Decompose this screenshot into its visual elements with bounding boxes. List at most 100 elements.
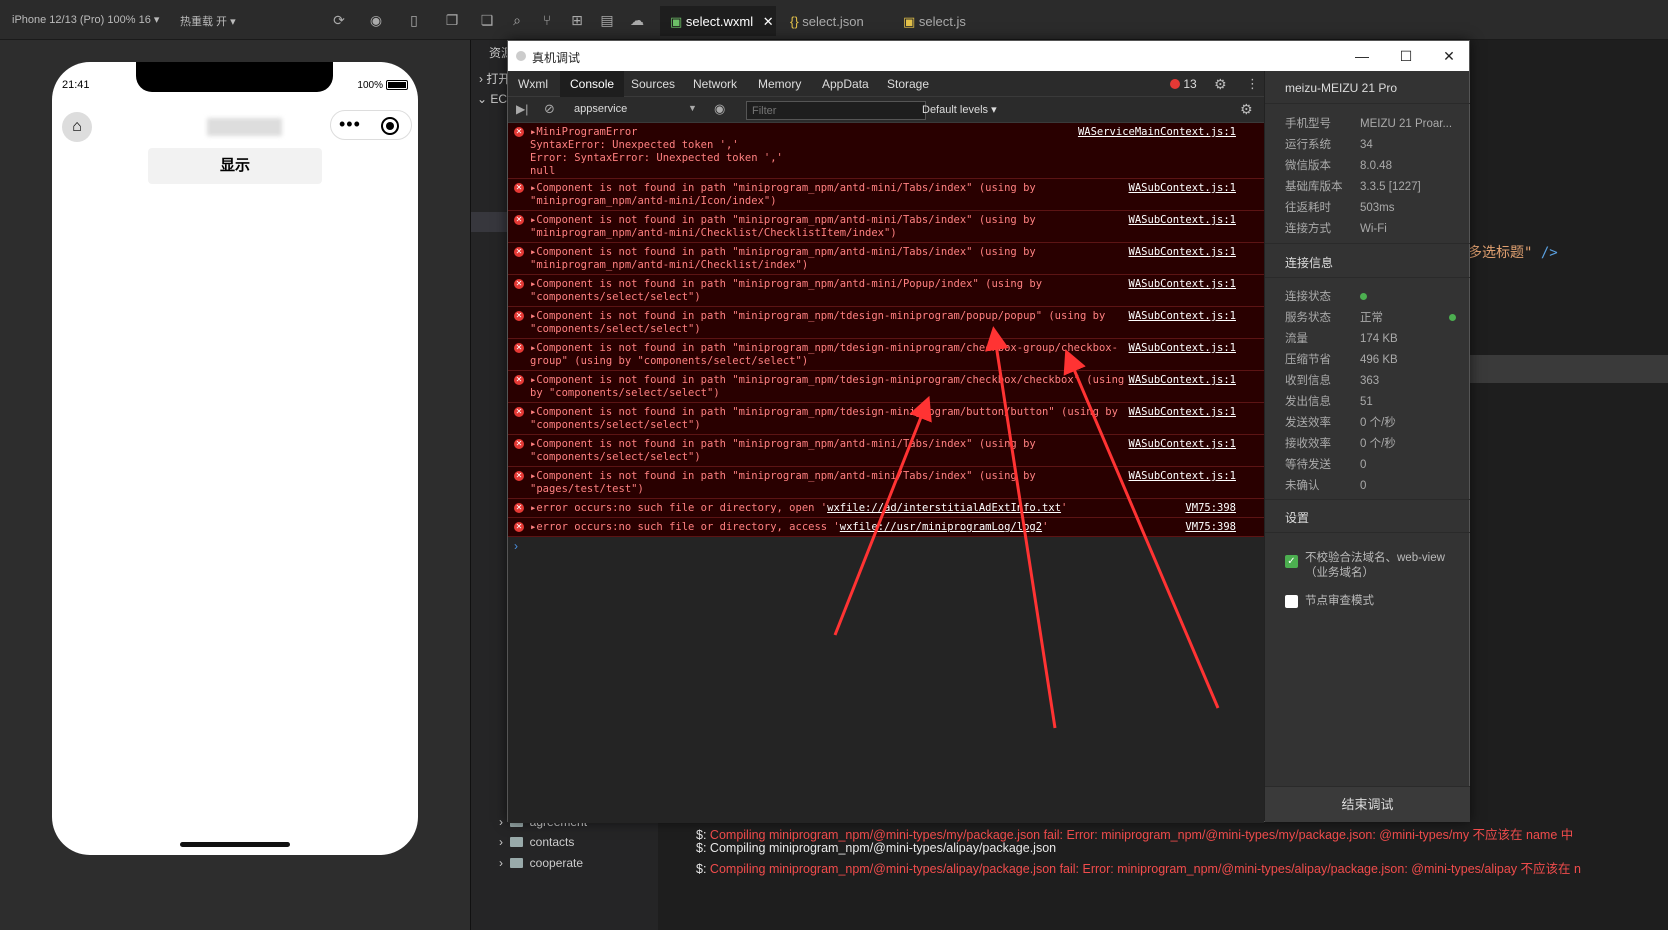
info-value: 正常 xyxy=(1360,312,1383,324)
filter-input[interactable] xyxy=(746,101,926,120)
log-source-link[interactable]: WASubContext.js:1 xyxy=(1129,374,1236,387)
tab-select-json[interactable]: {} select.json xyxy=(780,6,890,36)
log-source-link[interactable]: WASubContext.js:1 xyxy=(1129,214,1236,227)
console-settings-icon[interactable]: ⚙ xyxy=(1240,101,1253,118)
tab-console[interactable]: Console xyxy=(560,71,625,97)
console-prompt[interactable]: › xyxy=(514,539,518,553)
minimize-button[interactable]: — xyxy=(1348,45,1376,67)
close-icon[interactable]: ✕ xyxy=(763,14,774,29)
files-icon[interactable]: ❏ xyxy=(478,11,496,29)
info-key: 压缩节省 xyxy=(1285,354,1331,366)
close-miniprogram-icon[interactable] xyxy=(381,117,399,135)
info-value: 174 KB xyxy=(1360,333,1398,345)
log-source-link[interactable]: WASubContext.js:1 xyxy=(1129,246,1236,259)
file-path-link[interactable]: wxfile://ad/interstitialAdExtInfo.txt xyxy=(827,502,1061,514)
simulator-device-select[interactable]: iPhone 12/13 (Pro) 100% 16 ▾ xyxy=(12,13,159,26)
end-debug-button[interactable]: 结束调试 xyxy=(1265,786,1470,822)
tab-select-wxml[interactable]: ▣ select.wxml ✕ xyxy=(660,6,776,36)
console-error: ✕ ▸Component is not found in path "minipr… xyxy=(508,403,1264,435)
file-path-link[interactable]: wxfile://usr/miniprogramLog/log2 xyxy=(840,521,1042,533)
log-levels-select[interactable]: Default levels ▾ xyxy=(922,103,997,116)
eye-icon[interactable]: ◉ xyxy=(714,101,725,117)
error-counter[interactable]: 13 xyxy=(1170,77,1197,91)
info-row: 连接状态 xyxy=(1285,288,1367,304)
settings-gear-icon[interactable]: ⚙ xyxy=(1214,76,1227,93)
tab-label: select.js xyxy=(918,14,966,29)
folder-cooperate[interactable]: › cooperate xyxy=(499,856,583,870)
tab-network[interactable]: Network xyxy=(683,71,747,97)
refresh-icon[interactable]: ⟳ xyxy=(330,11,348,29)
extensions-icon[interactable]: ⊞ xyxy=(568,11,586,29)
maximize-button[interactable]: ☐ xyxy=(1392,45,1420,67)
debug-window-titlebar: 真机调试 — ☐ ✕ xyxy=(508,41,1469,71)
folder-icon xyxy=(509,837,523,847)
hot-reload-toggle[interactable]: 热重载 开 ▾ xyxy=(180,13,236,29)
phone-icon[interactable]: ▯ xyxy=(405,11,423,29)
sidebar-toggle-icon[interactable]: ▶| xyxy=(516,102,528,116)
window-icon[interactable]: ❐ xyxy=(443,11,461,29)
log-source-link[interactable]: WASubContext.js:1 xyxy=(1129,438,1236,451)
log-source-link[interactable]: WASubContext.js:1 xyxy=(1129,342,1236,355)
log-source-link[interactable]: WASubContext.js:1 xyxy=(1129,406,1236,419)
context-select[interactable]: appservice xyxy=(574,103,627,115)
more-vertical-icon[interactable]: ⋮ xyxy=(1246,76,1259,92)
log-message: ▸error occurs:no such file or directory,… xyxy=(530,502,1238,515)
log-source-link[interactable]: VM75:398 xyxy=(1185,521,1236,534)
log-source-link[interactable]: WAServiceMainContext.js:1 xyxy=(1078,126,1236,139)
branch-icon[interactable]: ⑂ xyxy=(538,11,556,29)
chevron-down-icon[interactable]: ▼ xyxy=(688,103,697,113)
battery-icon xyxy=(386,80,408,91)
terminal-prefix: $: xyxy=(696,828,707,842)
error-x-icon: ✕ xyxy=(514,407,524,417)
clear-console-icon[interactable]: ⊘ xyxy=(544,101,555,117)
device-name: meizu-MEIZU 21 Pro xyxy=(1285,81,1398,95)
node-inspect-checkbox[interactable] xyxy=(1285,595,1298,608)
console-filterbar: ▶| ⊘ appservice ▼ ◉ Default levels ▾ ⚙ xyxy=(508,97,1264,123)
log-source-link[interactable]: WASubContext.js:1 xyxy=(1129,182,1236,195)
wxml-file-icon: ▣ xyxy=(670,14,686,29)
log-text: ' xyxy=(1042,521,1049,533)
app-logo-icon xyxy=(516,51,526,61)
info-row: 手机型号 MEIZU 21 Proar... xyxy=(1285,115,1452,131)
cloud-icon[interactable]: ☁ xyxy=(628,11,646,29)
home-icon[interactable]: ⌂ xyxy=(62,112,92,142)
more-icon[interactable]: ••• xyxy=(339,114,361,135)
tab-appdata[interactable]: AppData xyxy=(812,71,879,97)
info-row: 压缩节省 496 KB xyxy=(1285,351,1398,367)
tab-select-js[interactable]: ▣ select.js xyxy=(893,6,993,36)
log-text: ' xyxy=(1061,502,1068,514)
settings-section-title: 设置 xyxy=(1285,511,1310,525)
error-x-icon: ✕ xyxy=(514,215,524,225)
skip-domain-check-checkbox[interactable]: ✓ xyxy=(1285,555,1298,568)
log-source-link[interactable]: WASubContext.js:1 xyxy=(1129,310,1236,323)
log-source-link[interactable]: WASubContext.js:1 xyxy=(1129,278,1236,291)
info-row: 未确认 0 xyxy=(1285,477,1366,493)
terminal-prefix: $: xyxy=(696,841,707,855)
error-x-icon: ✕ xyxy=(514,522,524,532)
divider xyxy=(1265,532,1470,533)
terminal-text: Compiling miniprogram_npm/@mini-types/al… xyxy=(709,841,1057,855)
show-button[interactable]: 显示 xyxy=(148,148,322,184)
log-source-link[interactable]: VM75:398 xyxy=(1185,502,1236,515)
stop-icon[interactable]: ◉ xyxy=(367,11,385,29)
info-row: 接收效率 0 个/秒 xyxy=(1285,435,1396,451)
info-key: 收到信息 xyxy=(1285,375,1331,387)
console-error: ✕ ▸Component is not found in path "minipr… xyxy=(508,243,1264,275)
info-row: 连接方式 Wi-Fi xyxy=(1285,220,1387,236)
tab-wxml[interactable]: Wxml xyxy=(508,71,558,97)
console-error: ✕ ▸error occurs:no such file or directory… xyxy=(508,499,1264,518)
error-x-icon: ✕ xyxy=(514,375,524,385)
search-icon[interactable]: ⌕ xyxy=(508,11,526,29)
tab-memory[interactable]: Memory xyxy=(748,71,811,97)
open-editors[interactable]: › 打开 xyxy=(479,70,510,87)
status-dot-icon xyxy=(1360,293,1367,300)
folder-contacts[interactable]: › contacts xyxy=(499,835,574,849)
close-window-button[interactable]: ✕ xyxy=(1435,45,1463,67)
status-time: 21:41 xyxy=(62,79,90,91)
capsule-menu[interactable]: ••• xyxy=(330,110,412,140)
tab-storage[interactable]: Storage xyxy=(877,71,939,97)
skip-domain-check-label: 不校验合法域名、web-view（业务域名） xyxy=(1305,552,1445,579)
panel-icon[interactable]: ▤ xyxy=(598,11,616,29)
tab-sources[interactable]: Sources xyxy=(621,71,685,97)
log-source-link[interactable]: WASubContext.js:1 xyxy=(1129,470,1236,483)
